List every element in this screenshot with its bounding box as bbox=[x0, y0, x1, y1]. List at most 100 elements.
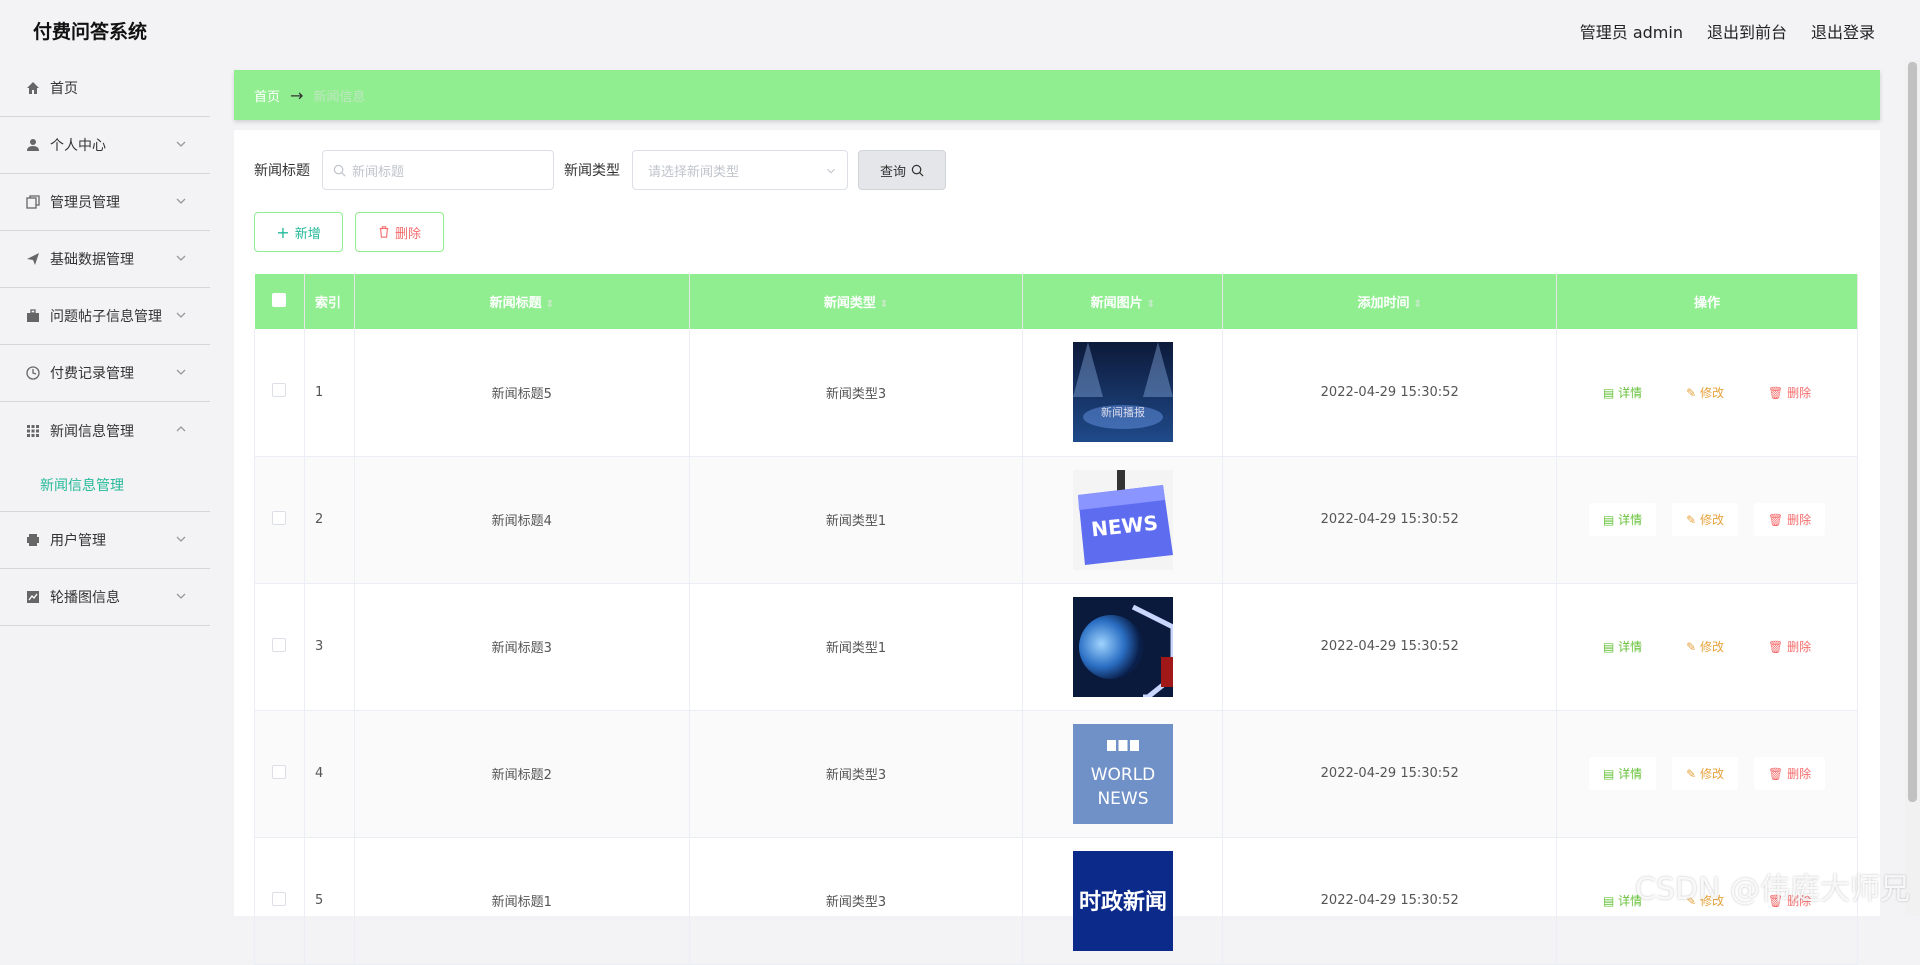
trash-icon: 🗑 bbox=[1768, 640, 1787, 654]
sidebar-item-basic-data[interactable]: 基础数据管理 bbox=[0, 231, 210, 288]
row-time: 2022-04-29 15:30:52 bbox=[1223, 329, 1557, 456]
delete-button[interactable]: 🗑 删除 bbox=[1754, 630, 1825, 663]
delete-button-label: 删除 bbox=[395, 223, 421, 242]
detail-button[interactable]: ▤ 详情 bbox=[1589, 630, 1656, 663]
title-search-input[interactable]: 新闻标题 bbox=[322, 150, 554, 190]
pencil-icon: ✎ bbox=[1686, 767, 1700, 781]
chevron-down-icon bbox=[825, 165, 837, 177]
select-all-checkbox[interactable] bbox=[272, 293, 286, 307]
sort-icon[interactable]: ⇕ bbox=[880, 299, 888, 310]
detail-label: 详情 bbox=[1618, 767, 1642, 781]
chart-icon bbox=[25, 589, 41, 605]
row-index: 1 bbox=[304, 329, 354, 456]
type-select-placeholder: 请选择新闻类型 bbox=[648, 161, 739, 180]
header-image[interactable]: 新闻图片 ⇕ bbox=[1023, 274, 1223, 329]
delete-button[interactable]: 🗑 删除 bbox=[1754, 757, 1825, 790]
breadcrumb-separator: → bbox=[290, 86, 303, 105]
row-checkbox[interactable] bbox=[272, 765, 286, 779]
header-title[interactable]: 新闻标题⇕ bbox=[354, 274, 689, 329]
breadcrumb-home[interactable]: 首页 bbox=[254, 86, 280, 105]
sort-icon[interactable]: ⇕ bbox=[1414, 299, 1422, 310]
row-checkbox[interactable] bbox=[272, 511, 286, 525]
type-select[interactable]: 请选择新闻类型 bbox=[632, 150, 848, 190]
document-icon: ▤ bbox=[1603, 767, 1618, 781]
edit-button[interactable]: ✎ 修改 bbox=[1672, 757, 1738, 790]
sidebar-item-label: 管理员管理 bbox=[50, 192, 120, 212]
row-checkbox[interactable] bbox=[272, 892, 286, 906]
sort-icon[interactable]: ⇕ bbox=[1147, 299, 1155, 310]
news-thumbnail[interactable]: NEWS bbox=[1073, 470, 1173, 570]
row-checkbox[interactable] bbox=[272, 638, 286, 652]
row-type: 新闻类型1 bbox=[689, 583, 1023, 710]
chevron-down-icon bbox=[174, 194, 188, 208]
row-type: 新闻类型3 bbox=[689, 329, 1023, 456]
sidebar-item-user-management[interactable]: 用户管理 bbox=[0, 512, 210, 569]
row-title: 新闻标题3 bbox=[354, 583, 689, 710]
sidebar-item-label: 付费记录管理 bbox=[50, 363, 134, 383]
row-index: 4 bbox=[304, 710, 354, 837]
row-title: 新闻标题4 bbox=[354, 456, 689, 583]
news-thumbnail[interactable] bbox=[1073, 597, 1173, 697]
breadcrumb-current: 新闻信息 bbox=[313, 86, 365, 105]
row-title: 新闻标题2 bbox=[354, 710, 689, 837]
scrollbar-thumb[interactable] bbox=[1908, 62, 1917, 802]
sidebar-item-question-posts[interactable]: 问题帖子信息管理 bbox=[0, 288, 210, 345]
sidebar-item-personal-center[interactable]: 个人中心 bbox=[0, 117, 210, 174]
pencil-icon: ✎ bbox=[1686, 513, 1700, 527]
table-row: 1 新闻标题5 新闻类型3 新闻播报 2022-04-29 15:30:52 ▤ bbox=[255, 329, 1858, 456]
edit-label: 修改 bbox=[1700, 513, 1724, 527]
thumbnail-caption: 时政新闻 bbox=[1079, 889, 1167, 915]
vertical-scrollbar[interactable] bbox=[1905, 60, 1920, 916]
batch-delete-button[interactable]: 删除 bbox=[355, 212, 444, 252]
add-button[interactable]: + 新增 bbox=[254, 212, 343, 252]
svg-text:NEWS: NEWS bbox=[1097, 789, 1148, 809]
app-title: 付费问答系统 bbox=[33, 17, 147, 44]
edit-button[interactable]: ✎ 修改 bbox=[1672, 376, 1738, 409]
row-ops: ▤ 详情 ✎ 修改 🗑 删除 bbox=[1557, 329, 1858, 456]
svg-text:WORLD: WORLD bbox=[1091, 765, 1156, 785]
top-links: 管理员 admin 退出到前台 退出登录 bbox=[1580, 19, 1875, 43]
action-buttons: + 新增 删除 bbox=[254, 212, 444, 252]
detail-button[interactable]: ▤ 详情 bbox=[1589, 757, 1656, 790]
header-type-label: 新闻类型 bbox=[824, 296, 876, 311]
delete-button[interactable]: 🗑 删除 bbox=[1754, 376, 1825, 409]
news-thumbnail[interactable]: 时政新闻 bbox=[1073, 851, 1173, 951]
detail-label: 详情 bbox=[1618, 513, 1642, 527]
sidebar-item-label: 基础数据管理 bbox=[50, 249, 134, 269]
news-thumbnail[interactable]: WORLD NEWS BBC WORLD NEWS bbox=[1073, 724, 1173, 824]
detail-button[interactable]: ▤ 详情 bbox=[1589, 503, 1656, 536]
header-time-label: 添加时间 bbox=[1357, 296, 1409, 311]
sidebar-item-payment-records[interactable]: 付费记录管理 bbox=[0, 345, 210, 402]
delete-button[interactable]: 🗑 删除 bbox=[1754, 503, 1825, 536]
detail-label: 详情 bbox=[1618, 640, 1642, 654]
grid-icon bbox=[25, 423, 41, 439]
edit-button[interactable]: ✎ 修改 bbox=[1672, 503, 1738, 536]
header-time[interactable]: 添加时间 ⇕ bbox=[1223, 274, 1557, 329]
row-image-cell: 新闻播报 bbox=[1023, 329, 1223, 456]
query-button[interactable]: 查询 bbox=[858, 150, 946, 190]
user-icon bbox=[25, 137, 41, 153]
row-ops: ▤ 详情 ✎ 修改 🗑 删除 bbox=[1557, 710, 1858, 837]
edit-label: 修改 bbox=[1700, 640, 1724, 654]
exit-to-front-link[interactable]: 退出到前台 bbox=[1707, 19, 1787, 43]
sidebar-item-news-management[interactable]: 新闻信息管理 bbox=[0, 402, 210, 459]
header-image-label: 新闻图片 bbox=[1091, 296, 1143, 311]
row-title: 新闻标题5 bbox=[354, 329, 689, 456]
document-icon: ▤ bbox=[1603, 894, 1618, 908]
logout-link[interactable]: 退出登录 bbox=[1811, 19, 1875, 43]
news-thumbnail[interactable]: 新闻播报 bbox=[1073, 342, 1173, 442]
sort-icon[interactable]: ⇕ bbox=[546, 299, 554, 310]
row-checkbox[interactable] bbox=[272, 383, 286, 397]
header-index: 索引 bbox=[304, 274, 354, 329]
header-select-all[interactable] bbox=[255, 274, 305, 329]
sidebar-item-carousel[interactable]: 轮播图信息 bbox=[0, 569, 210, 626]
sidebar-item-label: 问题帖子信息管理 bbox=[50, 306, 162, 326]
edit-button[interactable]: ✎ 修改 bbox=[1672, 630, 1738, 663]
header-type[interactable]: 新闻类型 ⇕ bbox=[689, 274, 1023, 329]
submenu-news-management[interactable]: 新闻信息管理 bbox=[0, 459, 210, 512]
row-time: 2022-04-29 15:30:52 bbox=[1223, 710, 1557, 837]
row-ops: ▤ 详情 ✎ 修改 🗑 删除 bbox=[1557, 583, 1858, 710]
sidebar-item-admin-management[interactable]: 管理员管理 bbox=[0, 174, 210, 231]
detail-button[interactable]: ▤ 详情 bbox=[1589, 376, 1656, 409]
sidebar-item-home[interactable]: 首页 bbox=[0, 60, 210, 117]
